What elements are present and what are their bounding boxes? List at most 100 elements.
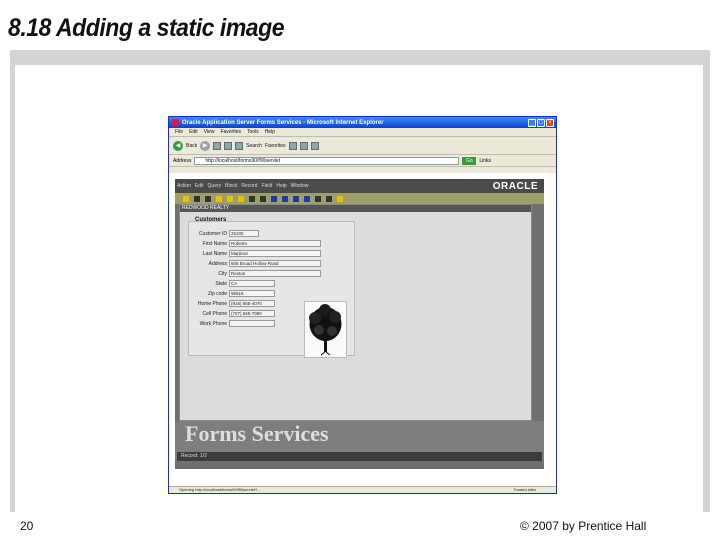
close-button[interactable]: × [546,118,554,127]
browser-window: Oracle Application Server Forms Services… [168,116,557,494]
field-row: First Name Roberto [189,240,321,247]
first-name-input[interactable]: Roberto [229,240,321,247]
static-image [304,301,347,358]
customers-heading: Customers [195,217,227,223]
field-row: Home Phone (916) 555-4070 [189,300,275,307]
help-icon[interactable] [337,195,343,202]
field-label: Last Name [202,250,227,257]
forms-menubar: Action Edit Query Block Record Field Hel… [175,179,544,193]
back-arrow-icon[interactable]: ◀ [173,140,183,151]
forms-menu-field[interactable]: Field [262,183,273,189]
forms-menu-edit[interactable]: Edit [195,183,204,189]
field-row: Cell Phone (707) 555-7080 [189,310,275,317]
field-row: State CA [189,280,275,287]
menu-tools[interactable]: Tools [247,129,259,135]
forms-bottom-area: Forms Services Record: 1/2 [175,421,544,461]
forms-menu-record[interactable]: Record [241,183,257,189]
field-label: Zip code [207,290,227,297]
browser-title: Oracle Application Server Forms Services… [182,119,384,126]
history-icon[interactable] [288,141,297,150]
field-row: Last Name Martinez [189,250,321,257]
search-label[interactable]: Search [246,143,262,149]
work-phone-input[interactable] [229,320,275,327]
field-row: Customer ID 25100 [189,230,259,237]
maximize-button[interactable]: □ [537,118,545,127]
mail-icon[interactable] [299,141,308,150]
field-row: Address 505 Broad Hollow Road [189,260,321,267]
status-text: Opening http://localhost/forms90/f90serv… [179,487,261,492]
field-label: City [218,270,227,277]
field-label: Address [208,260,227,267]
forward-arrow-icon[interactable]: ▶ [200,140,211,151]
customer-id-input[interactable]: 25100 [229,230,259,237]
address-input[interactable]: http://localhost/forms90/f90servlet [194,156,460,165]
stop-icon[interactable] [213,141,222,150]
forms-toolbar [175,193,544,204]
first-record-icon[interactable] [271,195,277,202]
forms-menu-window[interactable]: Window [291,183,309,189]
oracle-logo: ORACLE [492,181,538,192]
print-icon[interactable] [310,141,319,150]
field-row: Zip code 95616 [189,290,275,297]
forms-menu-action[interactable]: Action [177,183,191,189]
last-name-input[interactable]: Martinez [229,250,321,257]
favorites-label[interactable]: Favorites [265,143,286,149]
copy-icon[interactable] [227,195,233,202]
forms-menu-query[interactable]: Query [208,183,222,189]
forms-menu-block[interactable]: Block [225,183,237,189]
minimize-button[interactable]: _ [528,118,536,127]
home-icon[interactable] [235,141,244,150]
exit-icon[interactable] [205,195,211,202]
customers-panel: Customers Customer ID 25100 First Name R… [188,217,355,358]
save-icon[interactable] [183,195,189,202]
last-record-icon[interactable] [304,195,310,202]
forms-window-title: REDWOOD REALTY [180,205,531,212]
next-record-icon[interactable] [293,195,299,202]
print-icon[interactable] [194,195,200,202]
zip-code-input[interactable]: 95616 [229,290,275,297]
slide-copyright: © 2007 by Prentice Hall [520,519,647,533]
back-label[interactable]: Back [186,143,197,149]
previous-record-icon[interactable] [282,195,288,202]
delete-record-icon[interactable] [326,195,332,202]
slide-title: 8.18 Adding a static image [8,14,285,42]
go-button[interactable]: Go [462,156,477,165]
oracle-forms-applet: Action Edit Query Block Record Field Hel… [175,179,544,469]
menu-view[interactable]: View [204,129,215,135]
browser-content: Action Edit Query Block Record Field Hel… [169,173,556,488]
address-input[interactable]: 505 Broad Hollow Road [229,260,321,267]
paste-icon[interactable] [238,195,244,202]
browser-titlebar: Oracle Application Server Forms Services… [169,117,556,128]
refresh-icon[interactable] [224,141,233,150]
address-label: Address [173,157,192,164]
menu-favorites[interactable]: Favorites [220,129,241,135]
enter-query-icon[interactable] [249,195,255,202]
menu-help[interactable]: Help [265,129,275,135]
tree-icon [309,304,342,356]
field-label: State [215,280,227,287]
field-label: Cell Phone [202,310,227,317]
cell-phone-input[interactable]: (707) 555-7080 [229,310,275,317]
execute-query-icon[interactable] [260,195,266,202]
browser-toolbar: ◀ Back ▶ Search Favorites [169,137,556,155]
status-zone: Trusted sites [513,487,536,492]
state-input[interactable]: CA [229,280,275,287]
cut-icon[interactable] [216,195,222,202]
address-bar: Address http://localhost/forms90/f90serv… [169,155,556,167]
forms-services-watermark: Forms Services [185,421,329,446]
forms-menu-help[interactable]: Help [276,183,286,189]
forms-window: REDWOOD REALTY Customers Customer ID 251… [179,204,532,421]
ie-logo-icon [172,119,179,126]
field-label: Home Phone [197,300,227,307]
menu-edit[interactable]: Edit [189,129,198,135]
insert-record-icon[interactable] [315,195,321,202]
field-label: First Name [202,240,227,247]
home-phone-input[interactable]: (916) 555-4070 [229,300,275,307]
city-input[interactable]: Reston [229,270,321,277]
field-label: Work Phone [199,320,227,327]
record-status: Record: 1/2 [177,452,542,461]
browser-menubar: File Edit View Favorites Tools Help [169,128,556,137]
menu-file[interactable]: File [175,129,183,135]
links-label[interactable]: Links [479,158,491,164]
field-row: Work Phone [189,320,275,327]
